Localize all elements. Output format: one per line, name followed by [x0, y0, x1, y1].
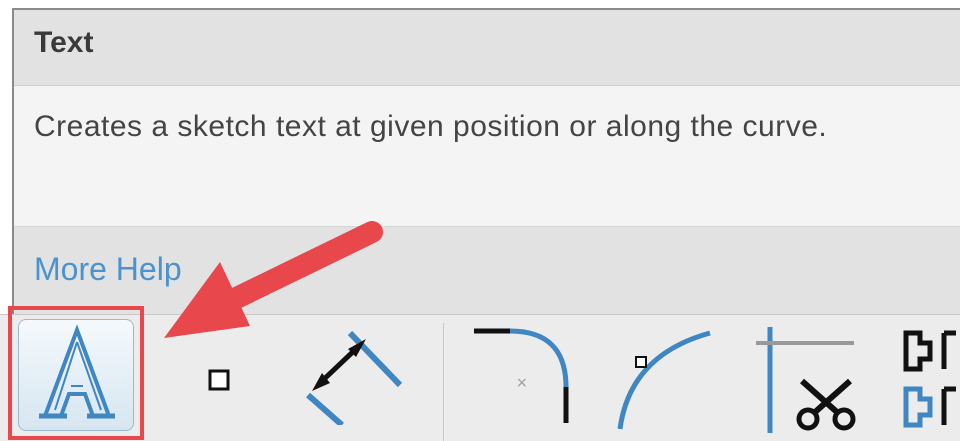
arc-icon	[617, 330, 711, 430]
sketch-toolbar: ×	[0, 314, 960, 441]
svg-text:×: ×	[516, 375, 528, 391]
dimension-icon	[306, 330, 403, 428]
toolbar-separator	[443, 323, 444, 441]
text-a-icon	[39, 324, 115, 419]
trim-tool-button[interactable]	[750, 323, 860, 435]
break-icon	[903, 330, 956, 428]
break-tool-button[interactable]	[900, 325, 960, 435]
arc-tool-button[interactable]	[610, 325, 720, 435]
tooltip-description: Creates a sketch text at given position …	[34, 110, 828, 143]
tooltip: Text Creates a sketch text at given posi…	[12, 8, 960, 314]
more-help-link[interactable]: More Help	[34, 251, 182, 287]
fillet-icon: ×	[474, 328, 569, 423]
text-tool-button[interactable]	[18, 319, 134, 431]
scissors-icon	[756, 327, 856, 433]
fillet-tool-button[interactable]: ×	[470, 323, 580, 435]
point-tool-button[interactable]	[190, 355, 250, 405]
point-icon	[208, 369, 230, 391]
tooltip-title: Text	[14, 10, 960, 86]
tooltip-footer: More Help	[14, 226, 960, 314]
tooltip-body: Creates a sketch text at given position …	[14, 86, 960, 226]
dimension-tool-button[interactable]	[300, 325, 410, 428]
